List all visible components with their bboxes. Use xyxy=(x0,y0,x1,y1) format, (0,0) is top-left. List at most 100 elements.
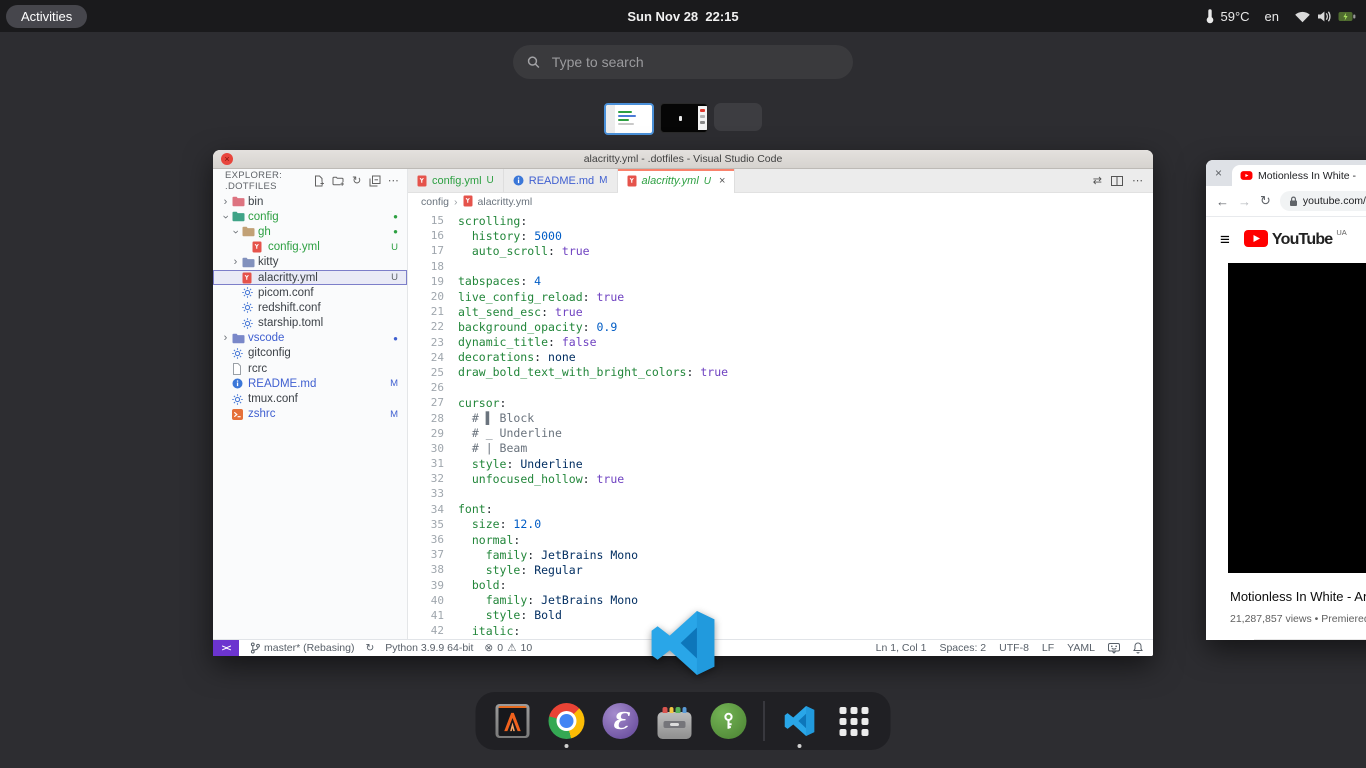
address-bar[interactable]: youtube.com/wa xyxy=(1280,191,1366,211)
dock-passwords[interactable] xyxy=(710,702,748,740)
sync-icon[interactable]: ↻ xyxy=(365,642,374,654)
editor-content[interactable]: 15scrolling:16 history: 500017 auto_scro… xyxy=(408,211,1153,639)
dock-files[interactable] xyxy=(656,702,694,740)
tree-item-gh[interactable]: ›gh● xyxy=(213,224,407,239)
code-line-15: 15scrolling: xyxy=(408,213,1153,228)
remote-indicator[interactable]: >< xyxy=(213,640,239,656)
dock-chrome[interactable] xyxy=(548,702,586,740)
app-grid-icon xyxy=(839,707,868,736)
folder-icon xyxy=(232,211,245,222)
collapse-all-icon[interactable] xyxy=(369,175,381,187)
line-number: 20 xyxy=(408,290,444,303)
workspace-thumbnail-new[interactable] xyxy=(714,103,762,131)
back-button[interactable]: ← xyxy=(1216,194,1229,209)
tree-item-gitconfig[interactable]: gitconfig xyxy=(213,346,407,361)
split-editor-icon[interactable] xyxy=(1111,176,1123,186)
tree-item-picom.conf[interactable]: picom.conf xyxy=(213,285,407,300)
workspace-thumbnail-active[interactable] xyxy=(604,103,654,135)
close-button[interactable]: × xyxy=(221,153,233,165)
editor-tab-README.md[interactable]: README.mdM xyxy=(504,169,618,192)
dock-emacs[interactable]: Ɛ xyxy=(602,702,640,740)
video-player[interactable] xyxy=(1228,263,1366,573)
line-number: 39 xyxy=(408,579,444,592)
breadcrumb-folder[interactable]: config xyxy=(421,196,449,208)
tree-item-zshrc[interactable]: zshrcM xyxy=(213,407,407,422)
code-line-29: 29 # _ Underline xyxy=(408,426,1153,441)
workspace-switcher xyxy=(0,103,1366,131)
vscode-window-badge[interactable] xyxy=(649,609,717,677)
feedback-icon[interactable] xyxy=(1108,643,1120,654)
problems-status[interactable]: ⊗0⚠10 xyxy=(484,642,532,654)
bell-icon xyxy=(1133,642,1143,654)
clock[interactable]: Sun Nov 28 22:15 xyxy=(627,9,738,24)
editor-tab-config.yml[interactable]: config.ymlU xyxy=(408,169,504,192)
tree-item-rcrc[interactable]: rcrc xyxy=(213,361,407,376)
yaml-file-icon xyxy=(627,175,637,187)
keyboard-layout[interactable]: en xyxy=(1265,9,1279,24)
tree-item-config.yml[interactable]: config.ymlU xyxy=(213,240,407,255)
youtube-logo[interactable]: YouTube UA xyxy=(1244,230,1347,250)
terminal-icon xyxy=(232,409,243,420)
language-mode[interactable]: YAML xyxy=(1067,642,1095,654)
line-number: 30 xyxy=(408,442,444,455)
notifications-bell[interactable] xyxy=(1133,642,1143,654)
hamburger-menu-icon[interactable]: ≡ xyxy=(1220,230,1230,250)
tree-item-label: alacritty.yml xyxy=(258,272,318,284)
chevron-icon: › xyxy=(229,256,242,268)
tree-item-README.md[interactable]: README.mdM xyxy=(213,376,407,391)
workspace-thumbnail-2[interactable] xyxy=(660,103,708,133)
youtube-country-badge: UA xyxy=(1336,228,1346,237)
open-changes-icon[interactable]: ⇄ xyxy=(1093,174,1102,187)
tree-item-kitty[interactable]: ›kitty xyxy=(213,255,407,270)
code-line-39: 39 bold: xyxy=(408,578,1153,593)
breadcrumb-separator-icon: › xyxy=(454,196,458,208)
search-input[interactable] xyxy=(550,53,839,71)
tree-item-redshift.conf[interactable]: redshift.conf xyxy=(213,300,407,315)
line-number: 27 xyxy=(408,396,444,409)
folder-icon xyxy=(242,257,255,268)
mini-line xyxy=(618,111,632,113)
more-actions-icon[interactable]: ⋯ xyxy=(1132,174,1143,187)
indentation[interactable]: Spaces: 2 xyxy=(939,642,986,654)
more-actions-icon[interactable]: ⋯ xyxy=(388,174,399,187)
tree-item-tmux.conf[interactable]: tmux.conf xyxy=(213,391,407,406)
encoding[interactable]: UTF-8 xyxy=(999,642,1029,654)
activities-button[interactable]: Activities xyxy=(6,5,87,28)
breadcrumb[interactable]: config › alacritty.yml xyxy=(408,193,1153,211)
explorer-sidebar: EXPLORER: .DOTFILES ↻⋯ ›bin›config●›gh●c… xyxy=(213,169,408,639)
cursor-position[interactable]: Ln 1, Col 1 xyxy=(876,642,927,654)
breadcrumb-file[interactable]: alacritty.yml xyxy=(478,196,533,208)
line-number: 16 xyxy=(408,229,444,242)
eol[interactable]: LF xyxy=(1042,642,1054,654)
tree-item-starship.toml[interactable]: starship.toml xyxy=(213,316,407,331)
dock-code[interactable] xyxy=(781,702,819,740)
tree-item-bin[interactable]: ›bin xyxy=(213,194,407,209)
overview-search[interactable] xyxy=(513,45,853,79)
close-button[interactable]: × xyxy=(1215,166,1222,180)
code-line-28: 28 # ▌ Block xyxy=(408,410,1153,425)
dock-alacritty[interactable] xyxy=(494,702,532,740)
video-meta: 21,287,857 views • Premiered Dec xyxy=(1230,613,1366,625)
python-interpreter[interactable]: Python 3.9.9 64-bit xyxy=(385,642,473,654)
vscode-titlebar[interactable]: × alacritty.yml - .dotfiles - Visual Stu… xyxy=(213,150,1153,169)
key-icon xyxy=(711,703,747,739)
tree-item-config[interactable]: ›config● xyxy=(213,209,407,224)
forward-button[interactable]: → xyxy=(1238,194,1251,209)
refresh-icon[interactable]: ↻ xyxy=(352,174,362,187)
line-number: 26 xyxy=(408,381,444,394)
tab-close-icon[interactable]: × xyxy=(719,175,725,187)
system-indicators[interactable] xyxy=(1294,10,1356,23)
editor-tab-alacritty.yml[interactable]: alacritty.ymlU× xyxy=(618,169,736,193)
lock-icon xyxy=(1289,196,1298,207)
browser-tab[interactable]: Motionless In White - xyxy=(1232,165,1366,186)
dock-app-grid[interactable] xyxy=(835,702,873,740)
tree-item-vscode[interactable]: ›vscode● xyxy=(213,331,407,346)
gear-icon xyxy=(232,348,243,359)
branch-status[interactable]: master* (Rebasing) xyxy=(250,642,354,654)
file-cabinet-icon xyxy=(658,712,692,739)
new-folder-icon[interactable] xyxy=(332,175,345,187)
tree-item-alacritty.yml[interactable]: alacritty.ymlU xyxy=(213,270,407,285)
new-file-icon[interactable] xyxy=(313,175,325,187)
tree-item-label: bin xyxy=(248,196,263,208)
reload-button[interactable]: ↻ xyxy=(1260,193,1271,209)
